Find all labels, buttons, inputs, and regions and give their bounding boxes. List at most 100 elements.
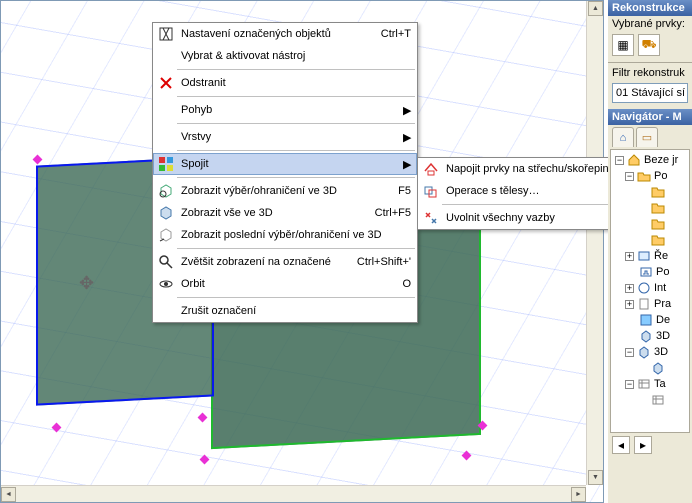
submenu-arrow-icon: ▶ [403,131,411,144]
submenu-arrow-icon: ▶ [403,104,411,117]
menu-item[interactable]: Zobrazit výběr/ohraničení ve 3DF5 [153,180,417,202]
menu-item-label: Pohyb [181,104,397,116]
menu-separator [177,123,415,124]
tree-label: Int [654,282,666,294]
menu-item-label: Uvolnit všechny vazby [446,212,632,224]
menu-item[interactable]: Odstranit [153,72,417,94]
scroll-left-icon[interactable]: ◄ [1,487,16,502]
menu-item-accel: Ctrl+Shift+' [357,256,411,268]
show3d-icon [157,182,175,200]
menu-item[interactable]: Zobrazit poslední výběr/ohraničení ve 3D [153,224,417,246]
panel-label: Vybrané prvky: [608,16,692,32]
solids-icon [422,182,440,200]
tree-row[interactable]: + Ře [611,248,689,264]
tree-row[interactable] [611,216,689,232]
home-icon [627,153,641,167]
delete-icon [157,74,175,92]
menu-item[interactable]: Zrušit označení [153,300,417,322]
tree-expander-icon[interactable]: − [625,172,634,181]
menu-item-label: Vybrat & aktivovat nástroj [181,50,411,62]
menu-item-label: Nastavení označených objektů [181,28,375,40]
tree-row[interactable]: 3D [611,328,689,344]
tree-btn-right-icon[interactable]: ▸ [634,436,652,454]
tree-label: 3D [654,346,668,358]
folder-icon [651,201,665,215]
scrollbar-vertical[interactable]: ▲ ▼ [586,1,603,485]
menu-item[interactable]: Spojit▶ [153,153,417,175]
menu-item-label: Zrušit označení [181,305,411,317]
tree-row[interactable] [611,360,689,376]
menu-item-label: Zobrazit poslední výběr/ohraničení ve 3D [181,229,411,241]
tree-expander-icon[interactable]: − [625,348,634,357]
folder-icon [651,217,665,231]
menu-item-label: Operace s tělesy… [446,185,632,197]
tool-grid-icon[interactable]: ▦ [612,34,634,56]
menu-item[interactable]: Vybrat & aktivovat nástroj [153,45,417,67]
menu-item[interactable]: OrbitO [153,273,417,295]
context-menu: Nastavení označených objektů Ctrl+T Vybrat… [152,22,418,323]
tree-expander-icon[interactable]: − [615,156,624,165]
scroll-down-icon[interactable]: ▼ [588,470,603,485]
menu-item[interactable]: Pohyb ▶ [153,99,417,121]
menu-item[interactable]: Nastavení označených objektů Ctrl+T [153,23,417,45]
tree-expander-icon[interactable]: + [625,252,634,261]
tree-btn-left-icon[interactable]: ◂ [612,436,630,454]
showlast3d-icon [157,226,175,244]
sect-icon [637,249,651,263]
scroll-up-icon[interactable]: ▲ [588,1,603,16]
tree-row[interactable] [611,200,689,216]
tree-row[interactable]: +Pra [611,296,689,312]
menu-item-label: Zobrazit vše ve 3D [181,207,369,219]
tree-row[interactable] [611,184,689,200]
blank-icon [157,128,175,146]
nav-tab-project-icon[interactable]: ⌂ [612,127,634,147]
menu-item[interactable]: Zobrazit vše ve 3DCtrl+F5 [153,202,417,224]
menu-item-label: Zvětšit zobrazení na označené [181,256,351,268]
scroll-right-icon[interactable]: ► [571,487,586,502]
menu-item-accel: F5 [398,185,411,197]
menu-item[interactable]: Vrstvy ▶ [153,126,417,148]
menu-item[interactable]: Napojit prvky na střechu/skořepinu [418,158,638,180]
filter-combo[interactable]: 01 Stávající sí [612,83,688,103]
scrollbar-horizontal[interactable]: ◄ ► [1,485,586,502]
tab-icon [637,377,651,391]
tree-row[interactable] [611,392,689,408]
navigator-tree[interactable]: − Beze jr −Po + Ře Po + Int +Pra De 3D − 3D − Ta [610,149,690,433]
menu-item[interactable]: Zvětšit zobrazení na označené Ctrl+Shift+… [153,251,417,273]
menu-item-label: Odstranit [181,77,411,89]
filter-label: Filtr rekonstruk [608,65,692,81]
tree-expander-icon[interactable]: + [625,284,634,293]
tree-label: Ře [654,250,668,262]
tree-row[interactable]: − Beze jr [611,152,689,168]
menu-separator [177,150,415,151]
sheet-icon [637,297,651,311]
tree-expander-icon[interactable]: + [625,300,634,309]
3d-icon [637,345,651,359]
tree-row[interactable]: Po [611,264,689,280]
tree-label: Po [656,266,669,278]
tree-label: Ta [654,378,666,390]
tree-label: De [656,314,670,326]
menu-item-label: Vrstvy [181,131,397,143]
tree-row[interactable]: De [611,312,689,328]
tree-expander-icon[interactable]: − [625,380,634,389]
menu-item-accel: Ctrl+T [381,28,411,40]
menu-separator [442,204,636,205]
right-dock: Rekonstrukce Vybrané prvky: ▦ ⛟ Filtr re… [608,0,692,503]
menu-item[interactable]: Uvolnit všechny vazby [418,207,638,229]
tree-row[interactable]: − Ta [611,376,689,392]
tree-row[interactable] [611,232,689,248]
tree-row[interactable]: − 3D [611,344,689,360]
tree-row[interactable]: + Int [611,280,689,296]
folder-open-icon [637,169,651,183]
tool-bulldozer-icon[interactable]: ⛟ [638,34,660,56]
tree-row[interactable]: −Po [611,168,689,184]
tree-label: Beze jr [644,154,678,166]
release-icon [422,209,440,227]
menu-item[interactable]: Operace s tělesy… [418,180,638,202]
folder-icon [651,185,665,199]
int-icon [637,281,651,295]
nav-tab-views-icon[interactable]: ▭ [636,127,658,147]
menu-item-label: Spojit [181,158,397,170]
pick-cursor-icon: ✥ [79,273,94,294]
